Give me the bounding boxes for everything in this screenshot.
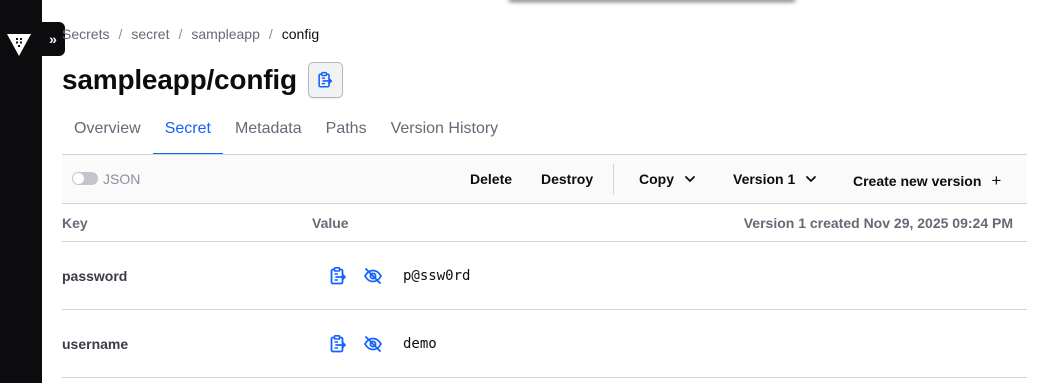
breadcrumb-separator: / [178, 26, 183, 42]
json-toggle-label[interactable]: JSON [103, 171, 140, 187]
tab-secret[interactable]: Secret [152, 110, 223, 155]
secret-value: p@ssw0rd [403, 268, 471, 284]
sidebar [0, 0, 42, 383]
destroy-button[interactable]: Destroy [541, 171, 593, 187]
copy-dropdown-label: Copy [639, 171, 674, 187]
destroy-button-label: Destroy [541, 171, 594, 187]
breadcrumb-separator: / [118, 26, 123, 42]
toggle-knob [73, 173, 84, 184]
tab-bar: Overview Secret Metadata Paths Version H… [62, 110, 1026, 155]
secret-table-header: Key Value Version 1 created Nov 29, 2025… [62, 204, 1027, 242]
clipboard-copy-icon[interactable] [328, 266, 348, 286]
vault-logo-icon[interactable] [7, 34, 31, 56]
double-chevron-right-icon: » [49, 31, 57, 47]
tab-metadata[interactable]: Metadata [223, 110, 314, 155]
secret-value: demo [403, 336, 437, 352]
tab-version-history[interactable]: Version History [379, 110, 511, 155]
copy-dropdown[interactable]: Copy [639, 171, 696, 187]
version-dropdown-label: Version 1 [733, 171, 796, 187]
breadcrumb-secret[interactable]: secret [131, 26, 169, 42]
eye-off-icon[interactable] [363, 334, 383, 354]
copy-path-button[interactable] [307, 62, 343, 98]
create-new-version-button[interactable]: Create new version + [853, 171, 1001, 191]
version-created-info: Version 1 created Nov 29, 2025 09:24 PM [743, 215, 1013, 231]
json-toggle[interactable] [72, 172, 98, 185]
title-row: sampleapp/config [62, 62, 343, 98]
chevron-down-icon [685, 176, 695, 182]
eye-off-icon[interactable] [363, 266, 383, 286]
delete-button[interactable]: Delete [470, 171, 512, 187]
delete-button-label: Delete [470, 171, 513, 187]
breadcrumb-secrets[interactable]: Secrets [62, 26, 109, 42]
secret-key: username [62, 336, 129, 352]
table-row: username demo [62, 310, 1027, 378]
toolbar-divider [613, 164, 614, 195]
table-row: password p@ssw0rd [62, 242, 1027, 310]
version-dropdown[interactable]: Version 1 [733, 171, 817, 187]
tab-paths[interactable]: Paths [314, 110, 379, 155]
key-column-header: Key [62, 215, 88, 231]
breadcrumb-sampleapp[interactable]: sampleapp [191, 26, 260, 42]
breadcrumb-current: config [281, 26, 320, 42]
secret-toolbar: JSON Delete Destroy Copy Version 1 Creat… [62, 154, 1027, 204]
breadcrumb-separator: / [268, 26, 273, 42]
tab-overview[interactable]: Overview [62, 110, 153, 155]
page-title: sampleapp/config [62, 64, 297, 95]
secret-key: password [62, 268, 128, 284]
clipboard-copy-icon[interactable] [328, 334, 348, 354]
plus-icon: + [991, 171, 1002, 190]
chevron-down-icon [806, 176, 817, 182]
value-column-header: Value [312, 215, 349, 231]
create-new-version-label: Create new version [853, 173, 982, 189]
breadcrumb: Secrets / secret / sampleapp / config [62, 26, 319, 42]
clipboard-copy-icon [318, 71, 333, 88]
